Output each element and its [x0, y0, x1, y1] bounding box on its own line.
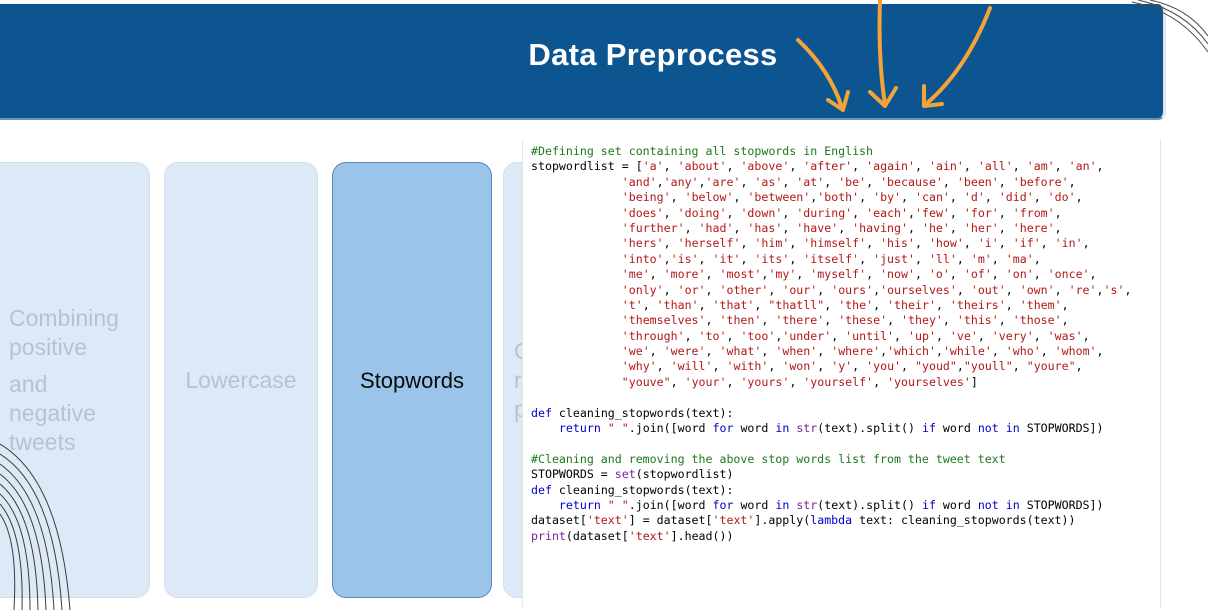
step-label: Combining positive and negative tweets: [9, 304, 119, 455]
code-line: 'into','is', 'it', 'its', 'itself', 'jus…: [621, 251, 1041, 266]
step-stopwords[interactable]: Stopwords: [332, 162, 492, 598]
code-line: 'does', 'doing', 'down', 'during', 'each…: [621, 205, 1062, 220]
code-line: #Defining set containing all stopwords i…: [531, 144, 874, 158]
step-lowercase[interactable]: Lowercase: [164, 162, 318, 598]
code-line: def cleaning_stopwords(text):: [531, 482, 734, 497]
pointing-arrows: [796, 0, 992, 112]
code-line: "youve", 'your', 'yours', 'yourself', 'y…: [621, 374, 978, 389]
code-line: 'why', 'will', 'with', 'won', 'y', 'you'…: [621, 359, 1083, 374]
code-line: print(dataset['text'].head()): [531, 528, 734, 543]
corner-decoration: [0, 443, 71, 610]
code-line: dataset['text'] = dataset['text'].apply(…: [531, 513, 1076, 528]
code-block: #Defining set containing all stopwords i…: [522, 140, 1208, 607]
step-label: Stopwords: [360, 367, 464, 393]
code-line: 'we', 'were', 'what', 'when', 'where','w…: [621, 344, 1104, 359]
code-line: return " ".join([word for word in str(te…: [558, 421, 1104, 436]
code-line: #Cleaning and removing the above stop wo…: [531, 451, 1006, 466]
code-line: return " ".join([word for word in str(te…: [558, 497, 1104, 512]
corner-decoration: [1131, 0, 1208, 53]
code-line: 'and','any','are', 'as', 'at', 'be', 'be…: [621, 174, 1076, 189]
code-line: 'only', 'or', 'other', 'our', 'ours','ou…: [621, 282, 1132, 297]
arrow-middle: [877, 0, 887, 106]
code-line: STOPWORDS = set(stopwordlist): [531, 467, 734, 482]
code-line: 'themselves', 'then', 'there', 'these', …: [621, 313, 1069, 328]
step-label: Lowercase: [185, 366, 297, 393]
code-line: 't', 'than', 'that', "thatll", 'the', 't…: [621, 297, 1069, 312]
code-divider: [1160, 140, 1161, 607]
code-line: 'me', 'more', 'most','my', 'myself', 'no…: [621, 267, 1097, 282]
code-line: 'through', 'to', 'too','under', 'until',…: [621, 328, 1090, 343]
code-line: 'further', 'had', 'has', 'have', 'having…: [621, 220, 1062, 235]
arrow-left: [796, 38, 844, 110]
code-line: 'being', 'below', 'between','both', 'by'…: [621, 190, 1083, 205]
arrow-right: [924, 6, 992, 106]
code-line: stopwordlist = ['a', 'about', 'above', '…: [531, 159, 1104, 174]
code-line: def cleaning_stopwords(text):: [531, 405, 734, 420]
code-line: 'hers', 'herself', 'him', 'himself', 'hi…: [621, 236, 1090, 251]
